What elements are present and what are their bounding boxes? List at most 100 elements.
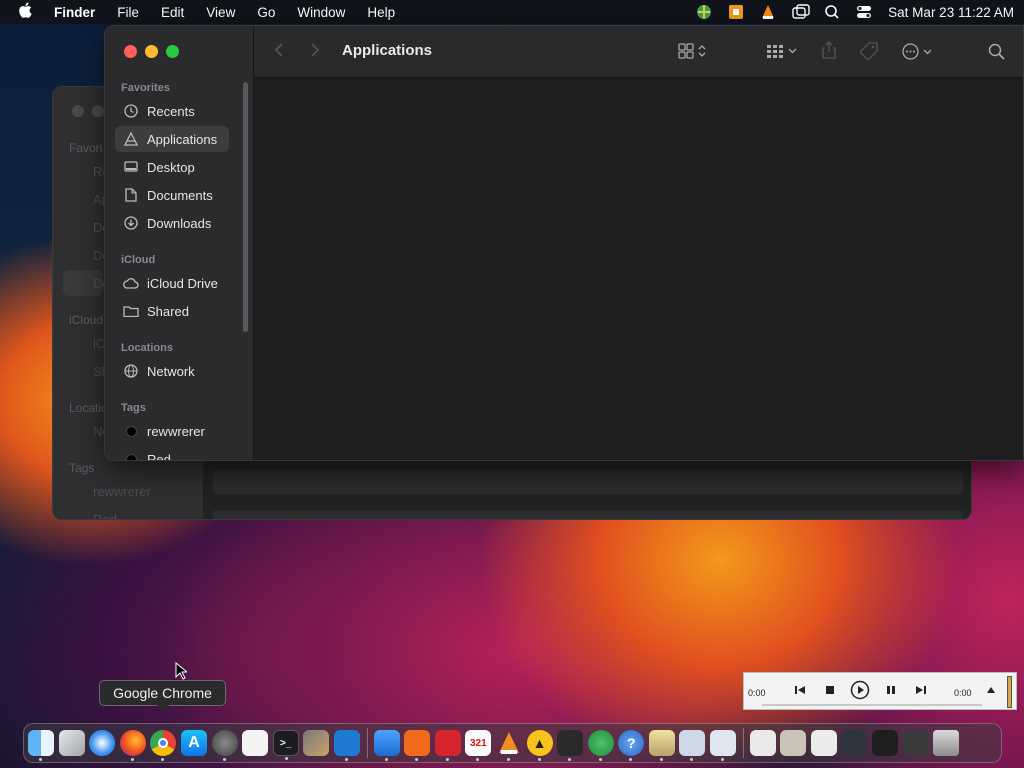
sidebar-item-icloud-drive[interactable]: iCloud Drive — [115, 270, 229, 296]
minimize-button[interactable] — [145, 45, 158, 58]
action-menu-button[interactable] — [902, 43, 932, 60]
menu-help[interactable]: Help — [367, 5, 395, 20]
system-settings-icon[interactable] — [211, 730, 238, 761]
menu-bar-clock[interactable]: Sat Mar 23 11:22 AM — [888, 5, 1014, 20]
spotlight-search-icon[interactable] — [824, 4, 840, 20]
terminal-icon[interactable]: >_ — [272, 730, 299, 760]
help-icon[interactable]: ? — [618, 730, 645, 761]
photos-icon[interactable] — [679, 730, 706, 761]
triangle-up-icon — [987, 687, 995, 693]
vlc-icon[interactable] — [496, 730, 522, 761]
screen-share-icon[interactable] — [404, 730, 431, 761]
app-store-icon[interactable]: A — [180, 730, 207, 756]
back-button[interactable] — [274, 42, 284, 58]
menu-finder[interactable]: Finder — [54, 5, 95, 20]
fantastical-icon[interactable] — [434, 730, 461, 761]
amphetamine-icon[interactable]: ▲ — [526, 730, 553, 761]
forward-button[interactable] — [310, 42, 320, 58]
window-title: Applications — [342, 42, 433, 59]
play-button[interactable] — [849, 679, 871, 701]
sidebar-item-label: rewwrerer — [147, 423, 205, 439]
finder-window[interactable]: Favorites Recents Applications Desktop D… — [104, 25, 1024, 461]
sidebar-item-label: Shared — [147, 303, 189, 319]
sidebar-item-documents[interactable]: Documents — [115, 182, 229, 208]
share-icon — [822, 41, 836, 59]
layers-icon[interactable] — [557, 730, 584, 761]
sidebar-item-recents[interactable]: Recents — [115, 98, 229, 124]
safari-icon[interactable] — [89, 730, 116, 756]
sidebar-scrollbar[interactable] — [243, 82, 248, 332]
menu-file[interactable]: File — [117, 5, 139, 20]
menu-window[interactable]: Window — [297, 5, 345, 20]
zoom-button[interactable] — [166, 45, 179, 58]
preview-icon[interactable] — [710, 730, 737, 761]
apple-menu-icon[interactable] — [18, 2, 36, 22]
tag-button[interactable] — [860, 42, 878, 60]
trash-icon[interactable] — [933, 730, 960, 756]
background-minimize-button[interactable] — [92, 105, 104, 117]
sidebar-item-desktop[interactable]: Desktop — [115, 154, 229, 180]
mail-icon[interactable] — [648, 730, 675, 761]
window-6-icon[interactable] — [902, 730, 929, 756]
elapsed-time: 0:00 — [748, 688, 766, 698]
window-2-icon[interactable] — [780, 730, 807, 756]
background-item[interactable]: Red — [93, 512, 117, 519]
sidebar-item-label: iCloud Drive — [147, 275, 218, 291]
window-3-icon[interactable] — [810, 730, 837, 756]
window-4-icon[interactable] — [841, 730, 868, 756]
next-button[interactable] — [910, 679, 932, 701]
group-grid-icon — [767, 45, 783, 58]
window-switcher-icon[interactable] — [792, 4, 810, 20]
menu-go[interactable]: Go — [257, 5, 275, 20]
download-icon — [123, 215, 139, 231]
finder-icon[interactable] — [28, 730, 54, 761]
vscode-icon[interactable] — [333, 730, 360, 761]
pause-button[interactable] — [880, 679, 902, 701]
file-list-area[interactable] — [254, 78, 1023, 460]
control-center-icon[interactable] — [856, 4, 872, 20]
launchpad-icon[interactable] — [58, 730, 85, 756]
chrome-icon[interactable] — [150, 730, 177, 761]
background-close-button[interactable] — [72, 105, 84, 117]
volume-slider[interactable] — [1007, 676, 1012, 708]
globe-icon[interactable] — [587, 730, 614, 761]
vlc-status-icon[interactable] — [760, 4, 776, 20]
sidebar-tag-red[interactable]: Red — [115, 446, 229, 461]
sidebar-item-shared[interactable]: Shared — [115, 298, 229, 324]
cloud-icon[interactable] — [373, 730, 400, 761]
brush-icon[interactable] — [303, 730, 330, 756]
shared-folder-icon — [123, 303, 139, 319]
tag-icon — [860, 42, 878, 60]
globe-status-icon[interactable] — [696, 4, 712, 20]
stop-button[interactable] — [819, 679, 841, 701]
sidebar-item-downloads[interactable]: Downloads — [115, 210, 229, 236]
sidebar-item-label: Recents — [147, 103, 195, 119]
textedit-icon[interactable] — [242, 730, 269, 756]
media-player[interactable]: 0:00 0:00 — [743, 672, 1017, 710]
expand-button[interactable] — [980, 679, 1002, 701]
share-button[interactable] — [822, 41, 836, 59]
menu-bar: Finder File Edit View Go Window Help Sat… — [0, 0, 1024, 24]
seek-bar[interactable] — [762, 704, 982, 706]
background-item[interactable]: rewwrerer — [93, 484, 151, 499]
sidebar-item-label: Documents — [147, 187, 213, 203]
orange-square-status-icon[interactable] — [728, 4, 744, 20]
group-button[interactable] — [766, 43, 797, 59]
sidebar-item-label: Desktop — [147, 159, 195, 175]
previous-button[interactable] — [789, 679, 811, 701]
sidebar-item-network[interactable]: Network — [115, 358, 229, 384]
view-mode-button[interactable] — [678, 43, 706, 59]
sidebar-item-applications[interactable]: Applications — [115, 126, 229, 152]
sidebar-tag-rewwrerer[interactable]: rewwrerer — [115, 418, 229, 444]
firefox-icon[interactable] — [119, 730, 146, 761]
sidebar-item-label: Network — [147, 363, 195, 379]
calendar-321-icon[interactable]: 321 — [465, 730, 492, 761]
search-button[interactable] — [988, 43, 1005, 60]
network-icon — [123, 363, 139, 379]
close-button[interactable] — [124, 45, 137, 58]
menu-edit[interactable]: Edit — [161, 5, 184, 20]
sidebar-item-label: Red — [147, 451, 171, 461]
menu-view[interactable]: View — [206, 5, 235, 20]
window-5-icon[interactable] — [872, 730, 899, 756]
window-1-icon[interactable] — [749, 730, 776, 756]
